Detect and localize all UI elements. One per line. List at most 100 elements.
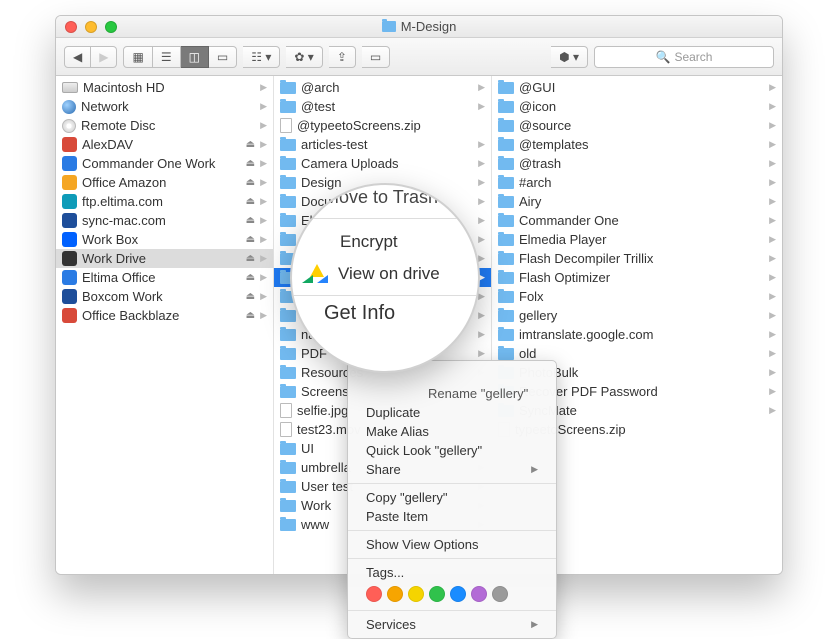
item-label: Office Backblaze xyxy=(82,308,241,323)
list-item[interactable]: Commander One▶ xyxy=(492,211,782,230)
list-item[interactable]: Work Drive⏏▶ xyxy=(56,249,273,268)
chevron-right-icon: ▶ xyxy=(260,291,267,302)
eject-icon[interactable]: ⏏ xyxy=(246,177,255,188)
arrange-button[interactable]: ☷ ▾ xyxy=(243,46,280,68)
chevron-right-icon: ▶ xyxy=(769,139,776,150)
tag-color[interactable] xyxy=(471,586,487,602)
list-item[interactable]: Elmedia Player▶ xyxy=(492,230,782,249)
item-label: Work Box xyxy=(82,232,241,247)
list-item[interactable]: #arch▶ xyxy=(492,173,782,192)
list-item[interactable]: Camera Uploads▶ xyxy=(274,154,491,173)
gallery-view-button[interactable]: ▭ xyxy=(209,46,237,68)
action-button[interactable]: ✿ ▾ xyxy=(286,46,322,68)
chevron-right-icon: ▶ xyxy=(478,215,485,226)
column-1[interactable]: Macintosh HD▶Network▶Remote Disc▶AlexDAV… xyxy=(56,76,274,574)
folder-icon xyxy=(280,348,296,360)
list-item[interactable]: @GUI▶ xyxy=(492,78,782,97)
item-label: ftp.eltima.com xyxy=(82,194,241,209)
share-button[interactable]: ⇪ xyxy=(329,46,356,68)
tag-color[interactable] xyxy=(492,586,508,602)
menu-rename[interactable]: Rename "gellery" xyxy=(348,384,556,403)
list-item[interactable]: imtranslate.google.com▶ xyxy=(492,325,782,344)
menu-share[interactable]: Share▶ xyxy=(348,460,556,479)
menu-duplicate[interactable]: Duplicate xyxy=(348,403,556,422)
chevron-right-icon: ▶ xyxy=(769,196,776,207)
list-item[interactable]: Airy▶ xyxy=(492,192,782,211)
titlebar: M-Design xyxy=(56,16,782,38)
eject-icon[interactable]: ⏏ xyxy=(246,196,255,207)
menu-make-alias[interactable]: Make Alias xyxy=(348,422,556,441)
list-item[interactable]: Macintosh HD▶ xyxy=(56,78,273,97)
list-item[interactable]: Office Backblaze ⏏ ▶ xyxy=(56,306,273,325)
eject-icon[interactable]: ⏏ xyxy=(246,253,255,264)
mag-encrypt[interactable]: Encrypt xyxy=(290,225,480,259)
menu-show-view-options[interactable]: Show View Options xyxy=(348,535,556,554)
chevron-right-icon: ▶ xyxy=(769,348,776,359)
folder-icon xyxy=(280,481,296,493)
list-item[interactable]: Flash Optimizer▶ xyxy=(492,268,782,287)
list-item[interactable]: Office Amazon⏏▶ xyxy=(56,173,273,192)
list-item[interactable]: Work Box⏏▶ xyxy=(56,230,273,249)
tag-color[interactable] xyxy=(429,586,445,602)
list-item[interactable]: Flash Decompiler Trillix▶ xyxy=(492,249,782,268)
search-field[interactable]: 🔍 Search xyxy=(594,46,774,68)
menu-quick-look[interactable]: Quick Look "gellery" xyxy=(348,441,556,460)
tag-color[interactable] xyxy=(450,586,466,602)
dropbox-button[interactable]: ⬢ ▾ xyxy=(551,46,588,68)
list-item[interactable]: Network▶ xyxy=(56,97,273,116)
list-item[interactable]: Eltima Office⏏▶ xyxy=(56,268,273,287)
minimize-button[interactable] xyxy=(85,21,97,33)
icon-view-button[interactable]: ▦ xyxy=(123,46,152,68)
chevron-right-icon: ▶ xyxy=(769,405,776,416)
menu-paste[interactable]: Paste Item xyxy=(348,507,556,526)
back-button[interactable]: ◀ xyxy=(64,46,91,68)
forward-button[interactable]: ▶ xyxy=(91,46,117,68)
item-label: Commander One xyxy=(519,213,764,228)
close-button[interactable] xyxy=(65,21,77,33)
zoom-button[interactable] xyxy=(105,21,117,33)
eject-icon[interactable]: ⏏ xyxy=(246,158,255,169)
item-label: @arch xyxy=(301,80,473,95)
list-item[interactable]: @typeetoScreens.zip xyxy=(274,116,491,135)
chevron-right-icon: ▶ xyxy=(260,310,267,321)
chevron-right-icon: ▶ xyxy=(478,253,485,264)
list-item[interactable]: Folx▶ xyxy=(492,287,782,306)
list-item[interactable]: @test▶ xyxy=(274,97,491,116)
item-label: Commander One Work xyxy=(82,156,241,171)
tags-button[interactable]: ▭ xyxy=(362,46,390,68)
list-item[interactable]: @icon▶ xyxy=(492,97,782,116)
list-item[interactable]: articles-test▶ xyxy=(274,135,491,154)
column-view-button[interactable]: ◫ xyxy=(181,46,209,68)
list-item[interactable]: AlexDAV⏏▶ xyxy=(56,135,273,154)
eject-icon[interactable]: ⏏ xyxy=(246,139,255,150)
item-label: @source xyxy=(519,118,764,133)
list-item[interactable]: gellery▶ xyxy=(492,306,782,325)
list-item[interactable]: ftp.eltima.com⏏▶ xyxy=(56,192,273,211)
tag-color[interactable] xyxy=(408,586,424,602)
menu-tags[interactable]: Tags... xyxy=(348,563,556,582)
sq-icon xyxy=(62,156,77,171)
mag-view-drive[interactable]: View on drive xyxy=(290,259,480,289)
eject-icon[interactable]: ⏏ xyxy=(246,310,255,321)
eject-icon[interactable]: ⏏ xyxy=(246,291,255,302)
list-item[interactable]: sync-mac.com⏏▶ xyxy=(56,211,273,230)
item-label: @test xyxy=(301,99,473,114)
eject-icon[interactable]: ⏏ xyxy=(246,234,255,245)
list-item[interactable]: Remote Disc▶ xyxy=(56,116,273,135)
list-item[interactable]: @source▶ xyxy=(492,116,782,135)
list-item[interactable]: @templates▶ xyxy=(492,135,782,154)
menu-copy[interactable]: Copy "gellery" xyxy=(348,488,556,507)
eject-icon[interactable]: ⏏ xyxy=(246,215,255,226)
list-view-button[interactable]: ☰ xyxy=(153,46,181,68)
mag-get-info[interactable]: Get Info xyxy=(290,302,480,325)
list-item[interactable]: @arch▶ xyxy=(274,78,491,97)
chevron-right-icon: ▶ xyxy=(260,272,267,283)
list-item[interactable]: Commander One Work⏏▶ xyxy=(56,154,273,173)
chevron-right-icon: ▶ xyxy=(769,158,776,169)
list-item[interactable]: @trash▶ xyxy=(492,154,782,173)
list-item[interactable]: Boxcom Work⏏▶ xyxy=(56,287,273,306)
tag-color[interactable] xyxy=(366,586,382,602)
eject-icon[interactable]: ⏏ xyxy=(246,272,255,283)
menu-services[interactable]: Services▶ xyxy=(348,615,556,634)
tag-color[interactable] xyxy=(387,586,403,602)
